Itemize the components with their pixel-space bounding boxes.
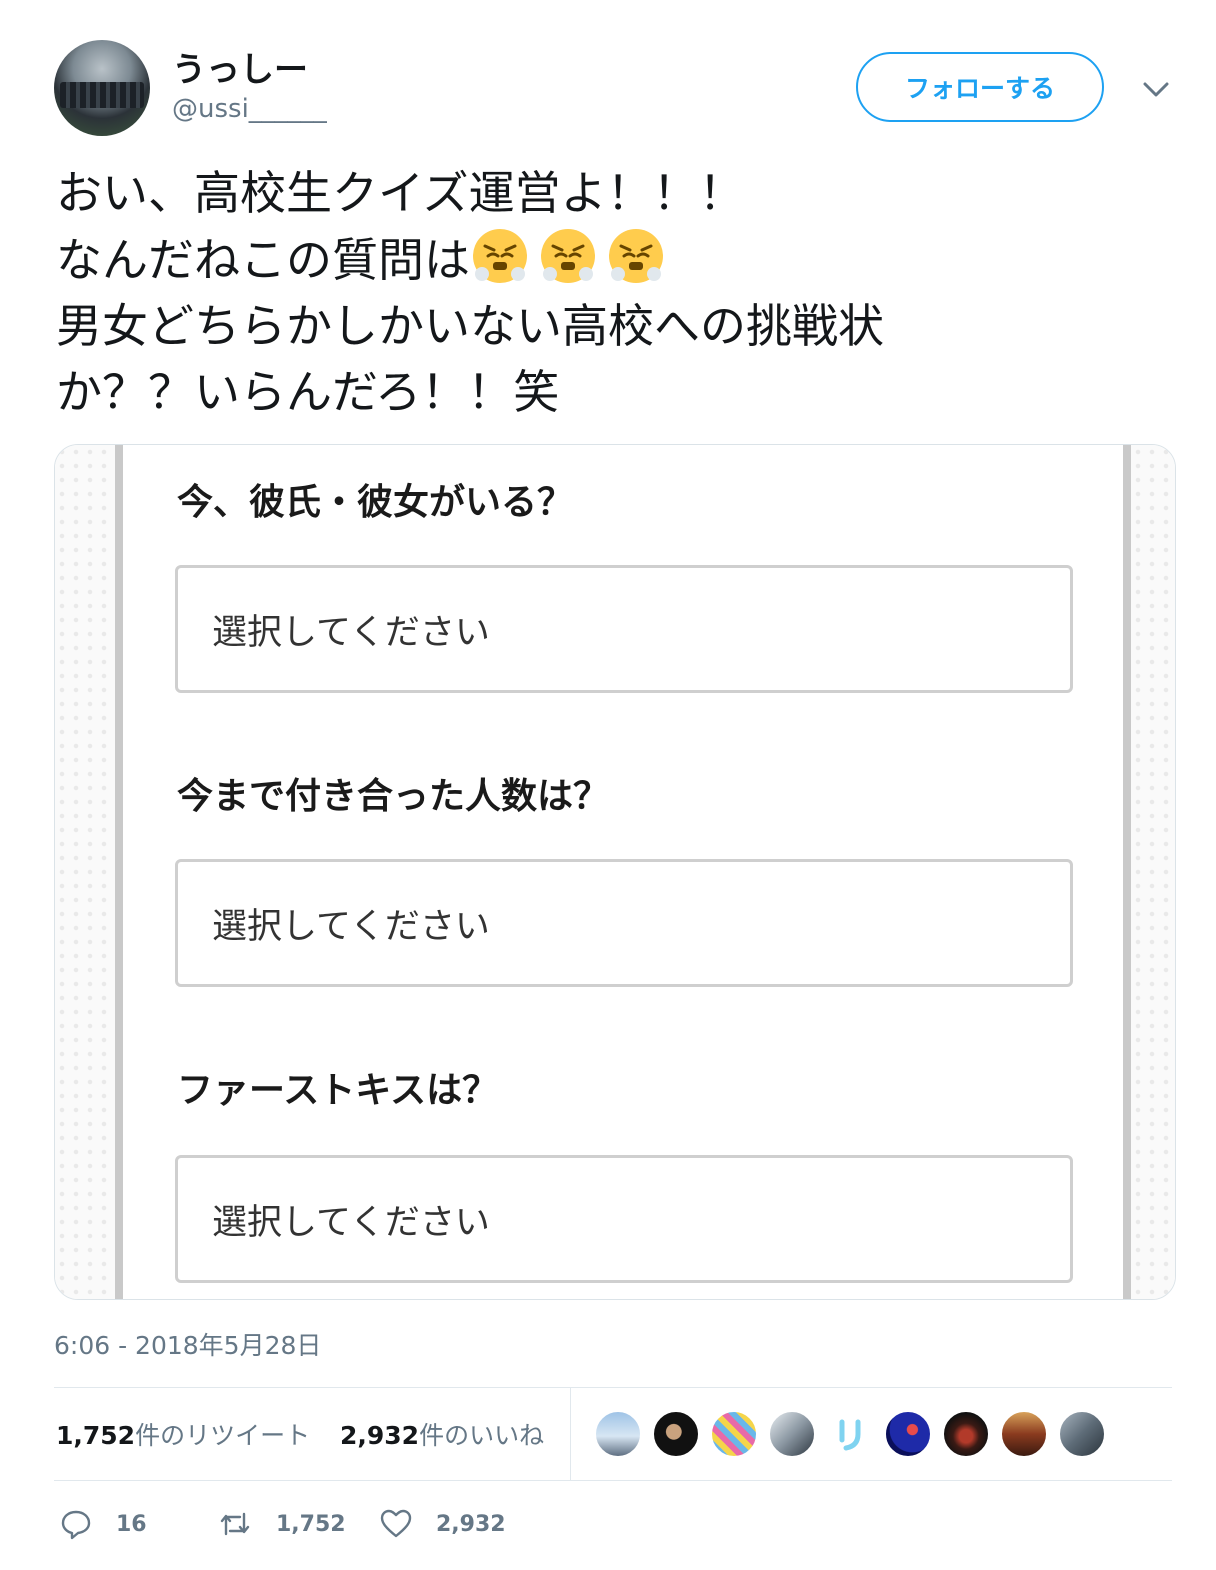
question-label: 今まで付き合った人数は？ xyxy=(177,776,610,817)
like-label: 件のいいね xyxy=(419,1421,545,1450)
divider xyxy=(54,1480,1172,1481)
liker-avatar[interactable] xyxy=(942,1410,990,1458)
select-field: 選択してください xyxy=(175,1155,1073,1283)
retweet-action-count: 1,752 xyxy=(276,1511,346,1537)
screen-name[interactable]: @ussi______ xyxy=(172,94,327,124)
reply-count: 16 xyxy=(116,1511,147,1537)
follow-button[interactable]: フォローする xyxy=(856,52,1104,122)
tweet-line: おい、高校生クイズ運営よ！！！ xyxy=(56,166,745,220)
like-action-count: 2,932 xyxy=(436,1511,506,1537)
dotted-background xyxy=(1131,445,1175,1299)
avatar[interactable] xyxy=(54,40,150,136)
face-with-steam-icon xyxy=(609,229,663,283)
select-field: 選択してください xyxy=(175,859,1073,987)
tweet-line: なんだねこの質問は xyxy=(56,233,470,287)
select-field: 選択してください xyxy=(175,565,1073,693)
retweet-label: 件のリツイート xyxy=(135,1421,311,1450)
question-label: ファーストキスは？ xyxy=(177,1070,499,1111)
divider xyxy=(570,1388,571,1480)
question-label: 今、彼氏・彼女がいる？ xyxy=(177,482,574,523)
face-with-steam-icon xyxy=(541,229,595,283)
dotted-background xyxy=(55,445,115,1299)
liker-avatars xyxy=(594,1410,1106,1458)
tweet-line: 男女どちらかしかいない高校への挑戦状 xyxy=(56,299,884,353)
tweet-photo[interactable]: 今、彼氏・彼女がいる？ 選択してください 今まで付き合った人数は？ 選択してくだ… xyxy=(54,444,1176,1300)
tweet-line: か？？いらんだろ！！笑 xyxy=(56,365,560,419)
frame-rail xyxy=(115,445,123,1299)
retweet-icon xyxy=(220,1512,250,1536)
reply-icon xyxy=(61,1510,91,1540)
retweet-stat[interactable]: 1,752件のリツイート xyxy=(56,1416,310,1452)
liker-avatar[interactable] xyxy=(710,1410,758,1458)
heart-icon xyxy=(380,1509,412,1538)
letter-logo-icon xyxy=(839,1419,861,1451)
like-count: 2,932 xyxy=(340,1421,420,1450)
liker-avatar[interactable] xyxy=(652,1410,700,1458)
tweet-line-with-emoji: なんだねこの質問は xyxy=(56,226,1166,293)
liker-avatar[interactable] xyxy=(594,1410,642,1458)
liker-avatar[interactable] xyxy=(1058,1410,1106,1458)
frame-rail xyxy=(1123,445,1131,1299)
liker-avatar[interactable] xyxy=(884,1410,932,1458)
liker-avatar[interactable] xyxy=(826,1410,874,1458)
divider xyxy=(54,1387,1172,1388)
reply-button[interactable]: 16 xyxy=(60,1506,147,1542)
liker-avatar[interactable] xyxy=(1000,1410,1048,1458)
liker-avatar[interactable] xyxy=(768,1410,816,1458)
more-options-button[interactable] xyxy=(1138,74,1174,104)
tweet-timestamp[interactable]: 6:06 - 2018年5月28日 xyxy=(54,1326,321,1362)
like-button[interactable]: 2,932 xyxy=(380,1506,506,1542)
like-stat[interactable]: 2,932件のいいね xyxy=(340,1416,544,1452)
chevron-down-icon xyxy=(1143,82,1169,97)
tweet-text: おい、高校生クイズ運営よ！！！ なんだねこの質問は 男女どちらかしかいない高校へ… xyxy=(56,160,1166,425)
display-name[interactable]: うっしー xyxy=(172,42,308,91)
retweet-count: 1,752 xyxy=(56,1421,136,1450)
retweet-button[interactable]: 1,752 xyxy=(218,1506,346,1542)
face-with-steam-icon xyxy=(473,229,527,283)
